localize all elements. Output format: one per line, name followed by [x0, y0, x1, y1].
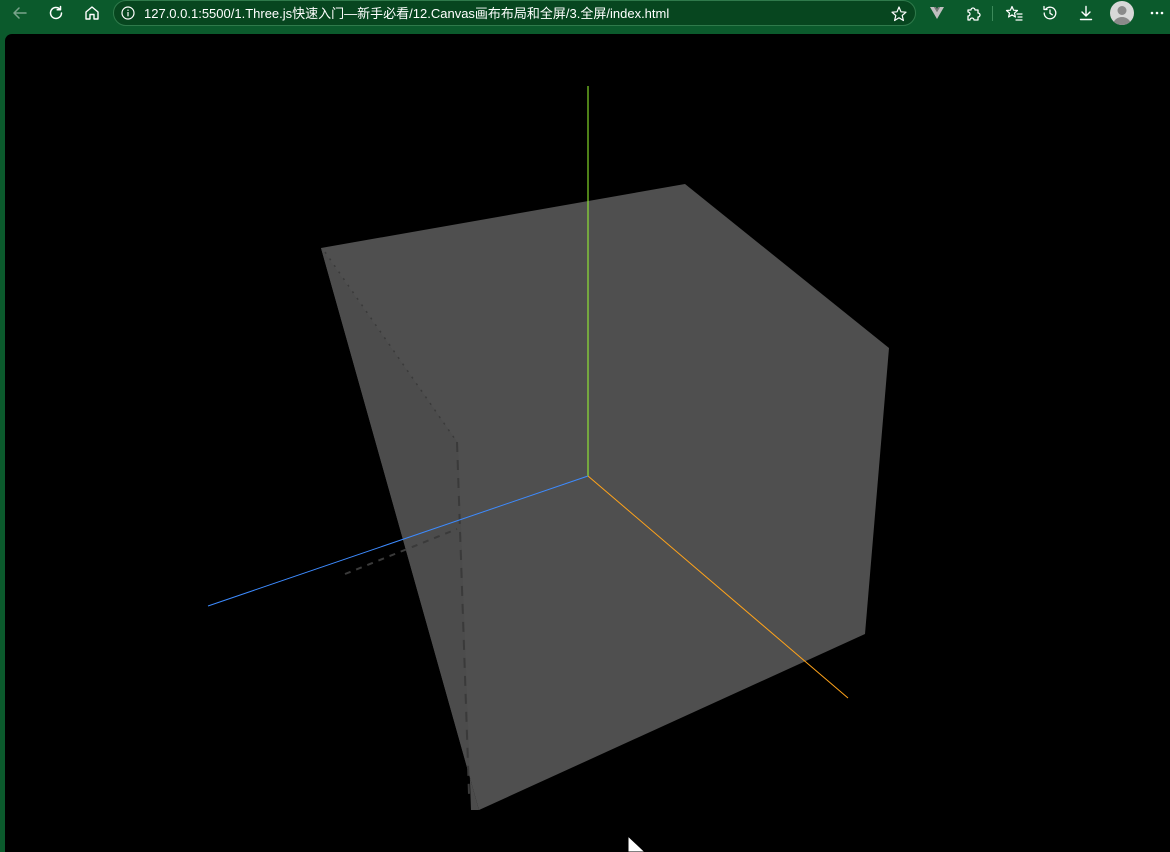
- puzzle-icon: [967, 7, 981, 21]
- home-button[interactable]: [79, 1, 105, 25]
- mouse-cursor-icon: [627, 834, 646, 852]
- browser-toolbar: 127.0.0.1:5500/1.Three.js快速入门—新手必看/12.Ca…: [0, 0, 1170, 27]
- url-text[interactable]: 127.0.0.1:5500/1.Three.js快速入门—新手必看/12.Ca…: [144, 5, 669, 22]
- info-icon[interactable]: [121, 6, 135, 20]
- address-bar[interactable]: 127.0.0.1:5500/1.Three.js快速入门—新手必看/12.Ca…: [113, 0, 916, 26]
- downloads-button[interactable]: [1073, 1, 1099, 25]
- profile-icon: [1113, 6, 1131, 25]
- avatar[interactable]: [1110, 1, 1134, 25]
- history-icon: [1043, 5, 1057, 20]
- star-icon[interactable]: [890, 5, 908, 23]
- three-scene: [207, 86, 889, 852]
- vue-devtools-icon: [930, 7, 944, 19]
- more-button[interactable]: [1144, 1, 1170, 25]
- back-button[interactable]: [7, 1, 33, 25]
- favorites-button[interactable]: [1001, 1, 1027, 25]
- more-icon: [1150, 11, 1164, 15]
- arrow-left-icon: [13, 7, 27, 19]
- vue-devtools-button[interactable]: [924, 1, 950, 25]
- refresh-icon: [49, 5, 63, 20]
- webgl-canvas[interactable]: [5, 34, 1170, 852]
- browser-window: 127.0.0.1:5500/1.Three.js快速入门—新手必看/12.Ca…: [0, 0, 1170, 852]
- extensions-button[interactable]: [960, 1, 986, 25]
- toolbar-divider: [992, 6, 993, 21]
- home-icon: [85, 6, 99, 20]
- refresh-button[interactable]: [43, 1, 69, 25]
- download-icon: [1079, 5, 1093, 21]
- favorites-icon: [1005, 5, 1023, 21]
- history-button[interactable]: [1037, 1, 1063, 25]
